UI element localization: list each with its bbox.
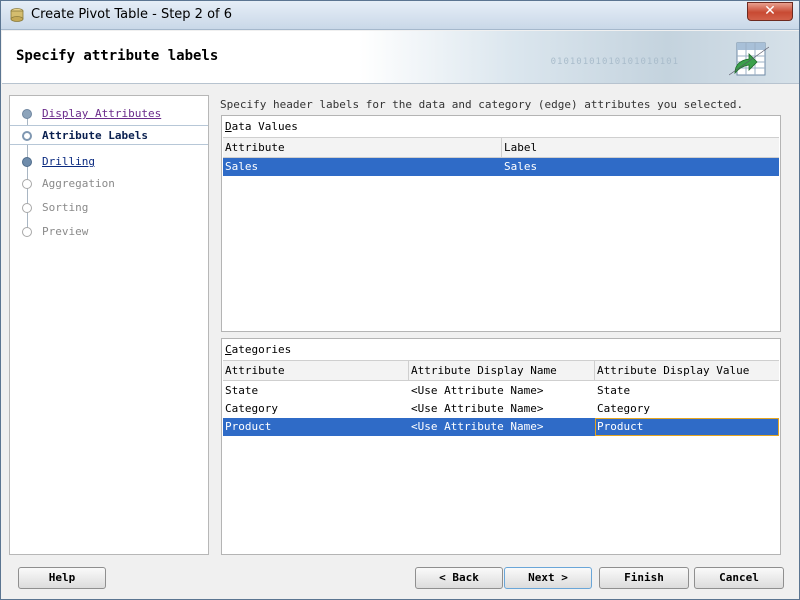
categories-header: Attribute Attribute Display Name Attribu…	[223, 360, 779, 381]
categories-title: Categories	[225, 343, 291, 356]
categories-panel: Categories Attribute Attribute Display N…	[221, 338, 781, 555]
step-label: Drilling	[42, 155, 95, 168]
cell-display-value[interactable]: State	[597, 384, 630, 397]
column-header-attribute[interactable]: Attribute	[225, 364, 285, 377]
data-values-panel: Data Values Attribute Label Sales Sales	[221, 115, 781, 332]
wizard-header: 01010101010101010101 Specify attribute l…	[2, 31, 799, 84]
column-divider[interactable]	[501, 138, 502, 158]
wizard-content: Specify header labels for the data and c…	[220, 95, 782, 557]
page-title: Specify attribute labels	[16, 48, 219, 64]
step-next-icon	[22, 157, 32, 167]
cell-display-name[interactable]: <Use Attribute Name>	[411, 384, 543, 397]
data-values-table[interactable]: Attribute Label Sales Sales	[223, 137, 779, 330]
cell-attribute: Category	[225, 402, 278, 415]
cell-display-value[interactable]: Product	[597, 420, 643, 433]
categories-title-rest: ategories	[231, 343, 292, 356]
cell-display-name[interactable]: <Use Attribute Name>	[411, 402, 543, 415]
step-label: Preview	[42, 225, 89, 238]
cell-label[interactable]: Sales	[504, 160, 537, 173]
step-pending-icon	[22, 179, 32, 189]
step-pending-icon	[22, 203, 32, 213]
pivot-table-icon	[729, 42, 769, 76]
next-button[interactable]: Next >	[504, 567, 592, 589]
data-values-mnemonic: D	[225, 120, 232, 133]
step-label: Sorting	[42, 201, 89, 214]
step-display-attributes[interactable]: Display Attributes	[10, 104, 208, 124]
data-values-title: Data Values	[225, 120, 298, 133]
finish-button[interactable]: Finish	[599, 567, 689, 589]
help-button[interactable]: Help	[18, 567, 106, 589]
cancel-button[interactable]: Cancel	[694, 567, 784, 589]
column-header-attribute[interactable]: Attribute	[225, 141, 285, 154]
column-divider[interactable]	[408, 361, 409, 381]
header-binary-decoration: 01010101010101010101	[550, 57, 679, 67]
table-row[interactable]: Sales Sales	[223, 158, 779, 176]
cell-attribute: Sales	[225, 160, 259, 173]
app-icon	[10, 8, 24, 22]
close-button[interactable]: ✕	[747, 2, 793, 21]
step-current-icon	[22, 131, 32, 141]
table-row[interactable]: Product <Use Attribute Name> Product	[223, 418, 779, 436]
column-header-display-value[interactable]: Attribute Display Value	[597, 364, 749, 377]
cell-display-name[interactable]: <Use Attribute Name>	[411, 420, 543, 433]
step-aggregation: Aggregation	[10, 174, 208, 194]
close-icon: ✕	[764, 3, 776, 19]
back-button[interactable]: < Back	[415, 567, 503, 589]
step-label: Aggregation	[42, 177, 115, 190]
step-preview: Preview	[10, 222, 208, 242]
step-pending-icon	[22, 227, 32, 237]
window-title: Create Pivot Table - Step 2 of 6	[31, 7, 233, 22]
categories-table[interactable]: Attribute Attribute Display Name Attribu…	[223, 360, 779, 553]
cell-display-value[interactable]: Category	[597, 402, 650, 415]
column-header-display-name[interactable]: Attribute Display Name	[411, 364, 557, 377]
step-attribute-labels[interactable]: Attribute Labels	[10, 125, 208, 145]
cell-attribute: Product	[225, 420, 272, 433]
steps-sidebar: Display Attributes Attribute Labels Dril…	[9, 95, 209, 555]
table-row[interactable]: State <Use Attribute Name> State	[223, 382, 779, 400]
wizard-window: Create Pivot Table - Step 2 of 6 ✕ 01010…	[0, 0, 800, 600]
instruction-text: Specify header labels for the data and c…	[220, 98, 744, 111]
column-divider[interactable]	[594, 361, 595, 381]
step-sorting: Sorting	[10, 198, 208, 218]
data-values-header: Attribute Label	[223, 137, 779, 158]
column-header-label[interactable]: Label	[504, 141, 537, 154]
step-drilling[interactable]: Drilling	[10, 152, 208, 172]
data-values-title-rest: ata Values	[231, 120, 298, 133]
step-label: Attribute Labels	[42, 129, 148, 142]
table-row[interactable]: Category <Use Attribute Name> Category	[223, 400, 779, 418]
step-done-icon	[22, 109, 32, 119]
cell-attribute: State	[225, 384, 259, 397]
step-label: Display Attributes	[42, 107, 162, 120]
title-bar[interactable]: Create Pivot Table - Step 2 of 6 ✕	[1, 1, 799, 30]
categories-mnemonic: C	[225, 343, 232, 356]
